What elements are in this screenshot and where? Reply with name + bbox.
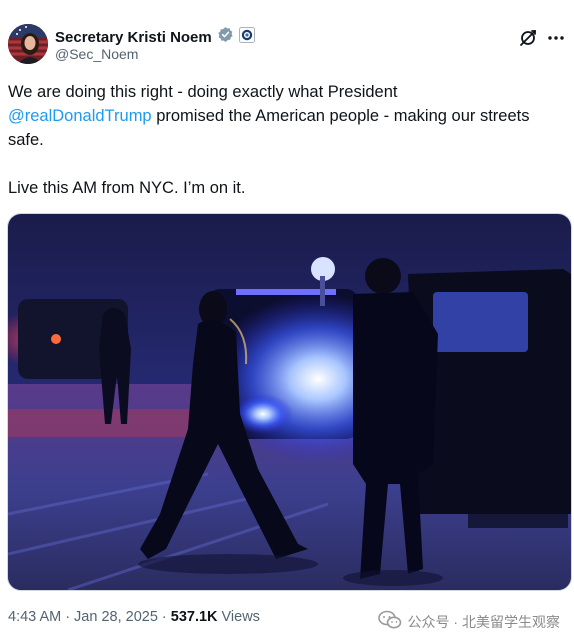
display-name[interactable]: Secretary Kristi Noem <box>55 29 212 46</box>
verified-badge-icon <box>217 26 234 48</box>
tweet-date[interactable]: Jan 28, 2025 <box>74 609 158 625</box>
more-icon[interactable] <box>546 28 566 48</box>
tweet-header: Secretary Kristi Noem @Sec_Noem <box>8 22 568 68</box>
meta-separator: · <box>65 609 71 625</box>
tweet-time[interactable]: 4:43 AM <box>8 609 61 625</box>
author-handle[interactable]: @Sec_Noem <box>55 46 138 62</box>
avatar[interactable] <box>8 24 48 64</box>
views-count: 537.1K <box>170 609 218 625</box>
tweet-meta: 4:43 AM · Jan 28, 2025 · 537.1K Views <box>8 609 260 625</box>
watermark: 公众号 · 北美留学生观察 <box>377 610 560 633</box>
meta-separator-2: · <box>161 609 167 625</box>
tweet-line-3: Live this AM from NYC. I’m on it. <box>8 179 246 197</box>
views-label: Views <box>221 609 260 625</box>
grok-icon[interactable] <box>518 28 538 48</box>
tweet-line-2: @realDonaldTrump promised the American p… <box>8 104 568 152</box>
mention-link[interactable]: @realDonaldTrump <box>8 107 152 125</box>
watermark-text: 公众号 · 北美留学生观察 <box>407 613 560 630</box>
wechat-icon <box>377 610 402 633</box>
tweet-photo[interactable] <box>7 213 572 591</box>
tweet-text: We are doing this right - doing exactly … <box>8 80 568 200</box>
tweet-line-1: We are doing this right - doing exactly … <box>8 83 398 101</box>
agency-seal-icon <box>238 26 255 48</box>
